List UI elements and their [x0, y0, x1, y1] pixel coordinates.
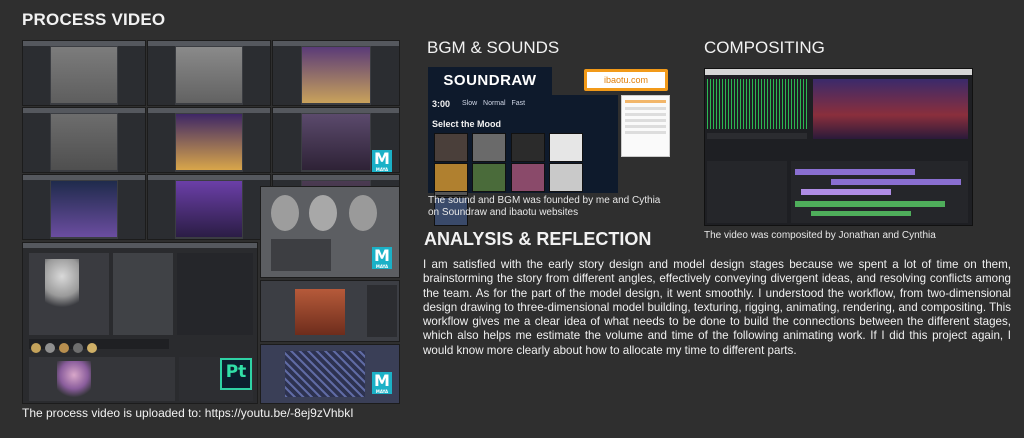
soundraw-logo: SOUNDRAW	[428, 67, 552, 95]
mood-heading: Select the Mood	[432, 119, 502, 129]
mood-tile[interactable]	[472, 163, 507, 192]
maya-screenshot-7	[22, 174, 146, 240]
tempo-normal[interactable]: Normal	[483, 100, 506, 107]
tempo-slow[interactable]: Slow	[462, 100, 477, 107]
maya-screenshot-5	[147, 107, 271, 173]
maya-icon: M MAYA	[372, 150, 392, 172]
soundraw-panel: 3:00 Slow Normal Fast Select the Mood	[428, 95, 618, 226]
mood-tile[interactable]	[549, 163, 584, 192]
process-video-caption: The process video is uploaded to: https:…	[22, 406, 354, 420]
maya-screenshot-1	[22, 40, 146, 106]
substance-painter-icon: Pt	[220, 358, 252, 390]
ibaotu-list-screenshot	[621, 95, 670, 157]
process-screenshot-grid: M MAYA Pt M MAYA M MAYA	[22, 40, 400, 404]
mood-tile[interactable]	[510, 163, 545, 192]
timer: 3:00	[432, 99, 451, 109]
maya-screenshot-3	[272, 40, 400, 106]
compositing-caption: The video was composited by Jonathan and…	[704, 230, 936, 241]
maya-screenshot-2	[147, 40, 271, 106]
compositing-title: COMPOSITING	[704, 38, 825, 57]
tempo-fast[interactable]: Fast	[511, 100, 525, 107]
maya-icon: M MAYA	[372, 247, 392, 269]
maya-icon: M MAYA	[372, 372, 392, 394]
mood-tile[interactable]	[434, 133, 468, 162]
mood-tile[interactable]	[472, 133, 507, 162]
mood-tile[interactable]	[434, 163, 468, 192]
audio-waveform	[707, 79, 807, 129]
bgm-caption: The sound and BGM was founded by me and …	[428, 195, 661, 218]
maya-screenshot-8	[147, 174, 271, 240]
analysis-body: I am satisfied with the early story desi…	[423, 258, 1011, 357]
mood-tile[interactable]	[549, 133, 584, 162]
mood-tile[interactable]	[510, 133, 545, 162]
program-monitor	[813, 79, 968, 139]
process-video-title: PROCESS VIDEO	[22, 10, 166, 29]
prop-model-screenshot	[260, 280, 400, 342]
analysis-title: ANALYSIS & REFLECTION	[424, 229, 652, 249]
premiere-screenshot	[704, 68, 973, 226]
bgm-title: BGM & SOUNDS	[427, 38, 560, 57]
maya-screenshot-4	[22, 107, 146, 173]
ibaotu-logo: ibaotu.com	[584, 69, 668, 91]
timeline	[791, 161, 968, 223]
